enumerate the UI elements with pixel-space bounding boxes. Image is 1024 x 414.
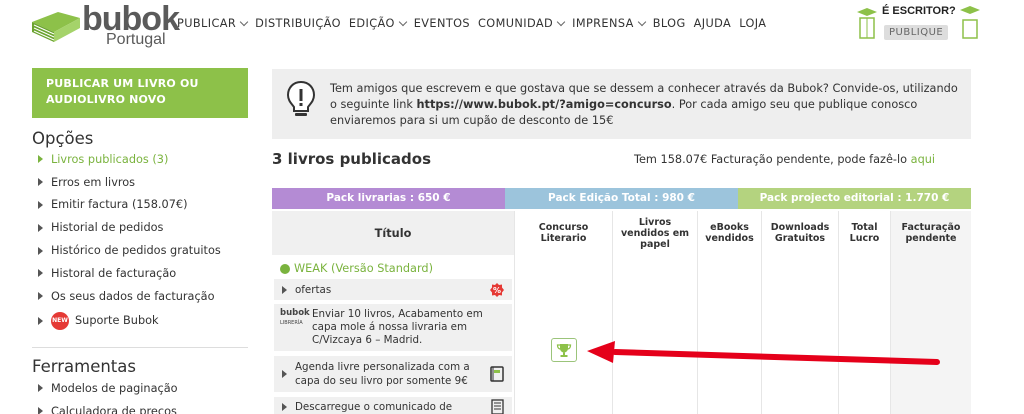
main-nav: PUBLICAR DISTRIBUIÇÃO EDIÇÃO EVENTOS COM… [177,17,774,30]
logo-sub: Portugal [106,31,166,48]
triangle-right-icon [38,246,43,255]
header-paper-sold: Livros vendidos em papel [620,216,690,250]
publique-button[interactable]: PUBLIQUE [884,25,949,40]
escritor-promo[interactable]: É ESCRITOR? PUBLIQUE [852,0,982,48]
sidebar-divider [32,347,248,348]
trophy-icon [556,344,572,357]
header-title: Título [272,211,514,255]
nav-edicao[interactable]: EDIÇÃO [349,17,408,30]
triangle-right-icon [282,285,287,294]
triangle-right-icon [38,384,43,393]
bubok-bookstore-text: Enviar 10 livros, Acabamento em capa mol… [312,308,483,346]
nav-loja[interactable]: LOJA [739,17,766,30]
lightbulb-icon [286,80,316,116]
sidebar-item-billing-history[interactable]: Historal de facturação [38,262,221,285]
book-stack-icon [32,12,80,42]
triangle-right-icon [38,269,43,278]
escritor-title: É ESCRITOR? [882,5,956,17]
nav-publicar[interactable]: PUBLICAR [177,17,249,30]
nav-imprensa[interactable]: IMPRENSA [572,17,646,30]
book-decoration-icon [857,8,877,39]
bubok-libreria-logo: bubok LIBRERÍA [280,308,310,327]
header-free-downloads: Downloads Gratuitos [770,222,830,244]
book-title-link[interactable]: WEAK (Versão Standard) [280,262,433,275]
sidebar-item-free-orders[interactable]: Histórico de pedidos gratuitos [38,239,221,262]
chevron-down-icon [637,17,646,27]
book-decoration-icon [960,6,980,39]
sidebar-item-book-errors[interactable]: Erros em livros [38,171,221,194]
header-literary-contest: Concurso Literario [538,222,589,244]
referral-text: Tem amigos que escrevem e que gostava qu… [330,82,958,127]
svg-text:%: % [493,286,501,295]
document-icon [491,399,504,414]
red-arrow-annotation [587,341,940,365]
chevron-down-icon [556,17,566,27]
bubok-bookstore-row[interactable]: bubok LIBRERÍA Enviar 10 livros, Acabamen… [274,304,512,351]
chevron-down-icon [239,17,249,27]
sidebar-item-order-history[interactable]: Historial de pedidos [38,216,221,239]
referral-info-box: Tem amigos que escrevem e que gostava qu… [272,69,971,139]
sidebar-item-price-calculator[interactable]: Calculadora de preços [38,400,178,414]
sidebar-item-support[interactable]: NEW Suporte Bubok [38,308,221,334]
options-title: Opções [32,129,94,148]
published-books-heading: 3 livros publicados [272,150,431,168]
download-press-row[interactable]: Descarregue o comunicado de [274,397,512,414]
status-dot [280,263,290,274]
new-badge-icon: NEW [51,311,69,330]
sidebar-item-issue-invoice[interactable]: Emitir factura (158.07€) [38,194,221,217]
sidebar-item-published-books[interactable]: Livros publicados (3) [38,148,221,171]
nav-eventos[interactable]: EVENTOS [414,17,470,30]
offers-row[interactable]: ofertas % [274,279,512,300]
triangle-right-icon [38,292,43,301]
sidebar-item-billing-data[interactable]: Os seus dados de facturação [38,285,221,308]
referral-link[interactable]: https://www.bubok.pt/?amigo=concurso [417,98,672,111]
pack-edicao-total[interactable]: Pack Edição Total : 980 € [505,188,738,209]
header-total-profit: Total Lucro [849,222,880,244]
chevron-down-icon [398,17,408,27]
bubok-logo[interactable]: bubok Portugal [30,0,180,48]
nav-ajuda[interactable]: AJUDA [694,17,732,30]
triangle-right-icon [282,370,287,378]
triangle-right-icon [38,200,43,209]
agenda-row[interactable]: Agenda livre personalizada com a capa do… [274,356,512,392]
tools-list: Modelos de paginação Calculadora de preç… [38,377,178,414]
triangle-right-icon [38,178,43,187]
pending-billing-text: Tem 158.07€ Facturação pendente, pode fa… [634,153,936,166]
header-ebooks-sold: eBooks vendidos [705,222,754,244]
publish-book-button[interactable]: PUBLICAR UM LIVRO OU AUDIOLIVRO NOVO [32,68,248,118]
literary-contest-button[interactable] [551,338,577,362]
nav-distribuicao[interactable]: DISTRIBUIÇÃO [255,17,341,30]
header-pending-billing: Facturação pendente [901,222,961,244]
percent-badge-icon: % [490,282,504,297]
triangle-right-icon [38,407,43,414]
triangle-right-icon [38,316,43,325]
pack-projecto-editorial[interactable]: Pack projecto editorial : 1.770 € [738,188,971,209]
triangle-right-icon [38,223,43,232]
options-list: Livros publicados (3) Erros em livros Em… [38,148,221,334]
tools-title: Ferramentas [32,357,136,376]
nav-blog[interactable]: BLOG [653,17,686,30]
nav-comunidad[interactable]: COMUNIDAD [478,17,566,30]
sidebar-item-page-templates[interactable]: Modelos de paginação [38,377,178,400]
pending-billing-link[interactable]: aqui [911,153,935,166]
pack-livrarias[interactable]: Pack livrarias : 650 € [272,188,505,209]
book-icon [490,366,504,382]
triangle-right-icon [282,403,287,411]
triangle-right-icon [38,155,43,164]
header: bubok Portugal PUBLICAR DISTRIBUIÇÃO EDI… [0,0,1024,52]
